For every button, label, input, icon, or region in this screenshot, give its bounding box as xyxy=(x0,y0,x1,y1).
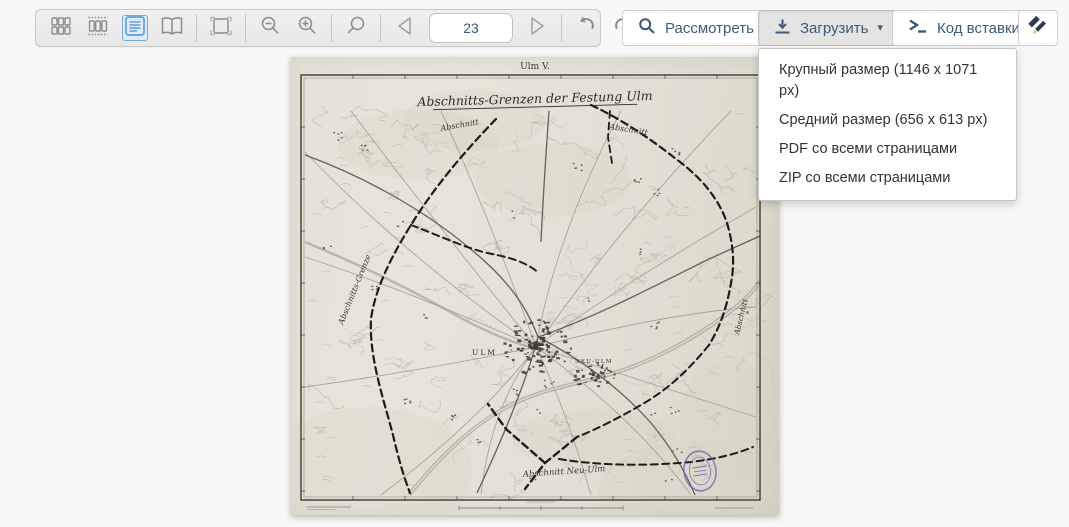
single-page-view-button[interactable] xyxy=(122,15,148,41)
toolbar-separator xyxy=(561,14,562,42)
magnifier-tool-button[interactable] xyxy=(343,15,369,41)
toolbar-separator xyxy=(245,14,246,42)
triangle-left-icon xyxy=(393,14,417,43)
rotate-ccw-icon xyxy=(573,14,599,43)
review-button[interactable]: Рассмотреть xyxy=(622,10,770,46)
map-annotation: Abschnitt xyxy=(732,297,750,336)
map-city-label-ulm: ULM xyxy=(472,348,497,357)
embed-code-button[interactable]: Код вставки xyxy=(892,10,1036,46)
map-page-image[interactable]: Ulm V. Abschnitts-Grenzen der Festung Ul… xyxy=(291,57,779,515)
embed-code-button-label: Код вставки xyxy=(937,20,1020,37)
toolbar-separator xyxy=(380,14,381,42)
download-menu-button-label: Загрузить xyxy=(800,20,869,37)
chevron-down-icon: ▾ xyxy=(878,23,884,34)
magnifier-minus-icon xyxy=(258,14,282,43)
filmstrip-view-button[interactable] xyxy=(85,15,111,41)
menu-item-pdf-all[interactable]: PDF со всеми страницами xyxy=(759,135,1016,164)
zoom-out-button[interactable] xyxy=(257,15,283,41)
menu-item-large-size[interactable]: Крупный размер (1146 x 1071 px) xyxy=(759,56,1016,106)
map-sheet-title: Ulm V. xyxy=(520,62,550,72)
search-icon xyxy=(638,17,656,39)
map-handwritten-heading: Abschnitts-Grenzen der Festung Ulm xyxy=(416,88,653,109)
filmstrip-icon xyxy=(86,14,110,43)
fit-screen-button[interactable] xyxy=(208,15,234,41)
fit-screen-icon xyxy=(208,14,234,43)
magnifier-icon xyxy=(344,14,368,43)
two-page-view-button[interactable] xyxy=(159,15,185,41)
toolbar-separator xyxy=(331,14,332,42)
rotate-ccw-button[interactable] xyxy=(573,15,599,41)
edit-button[interactable] xyxy=(1018,10,1058,46)
viewer-toolbar xyxy=(35,9,601,47)
menu-item-medium-size[interactable]: Средний размер (656 x 613 px) xyxy=(759,106,1016,135)
download-menu-button[interactable]: Загрузить ▾ xyxy=(758,10,899,46)
map-annotation: Abschnitt Neu-Ulm xyxy=(522,464,606,480)
toolbar-separator xyxy=(196,14,197,42)
previous-page-button[interactable] xyxy=(392,15,418,41)
book-icon xyxy=(159,14,185,43)
triangle-right-icon xyxy=(525,14,549,43)
thumbnails-view-button[interactable] xyxy=(48,15,74,41)
next-page-button[interactable] xyxy=(524,15,550,41)
pencil-icon xyxy=(1028,16,1048,40)
review-button-label: Рассмотреть xyxy=(665,20,754,37)
zoom-in-button[interactable] xyxy=(294,15,320,41)
page-number-input[interactable] xyxy=(429,13,513,43)
download-dropdown-menu: Крупный размер (1146 x 1071 px) Средний … xyxy=(758,48,1017,201)
magnifier-plus-icon xyxy=(295,14,319,43)
terminal-prompt-icon xyxy=(908,18,928,38)
download-tray-icon xyxy=(774,18,791,39)
map-scale-bar xyxy=(459,502,623,511)
single-page-icon xyxy=(124,15,146,42)
menu-item-zip-all[interactable]: ZIP со всеми страницами xyxy=(759,164,1016,193)
grid-icon xyxy=(49,14,73,43)
map-city-label-neu-ulm: NEU-ULM xyxy=(575,359,613,365)
